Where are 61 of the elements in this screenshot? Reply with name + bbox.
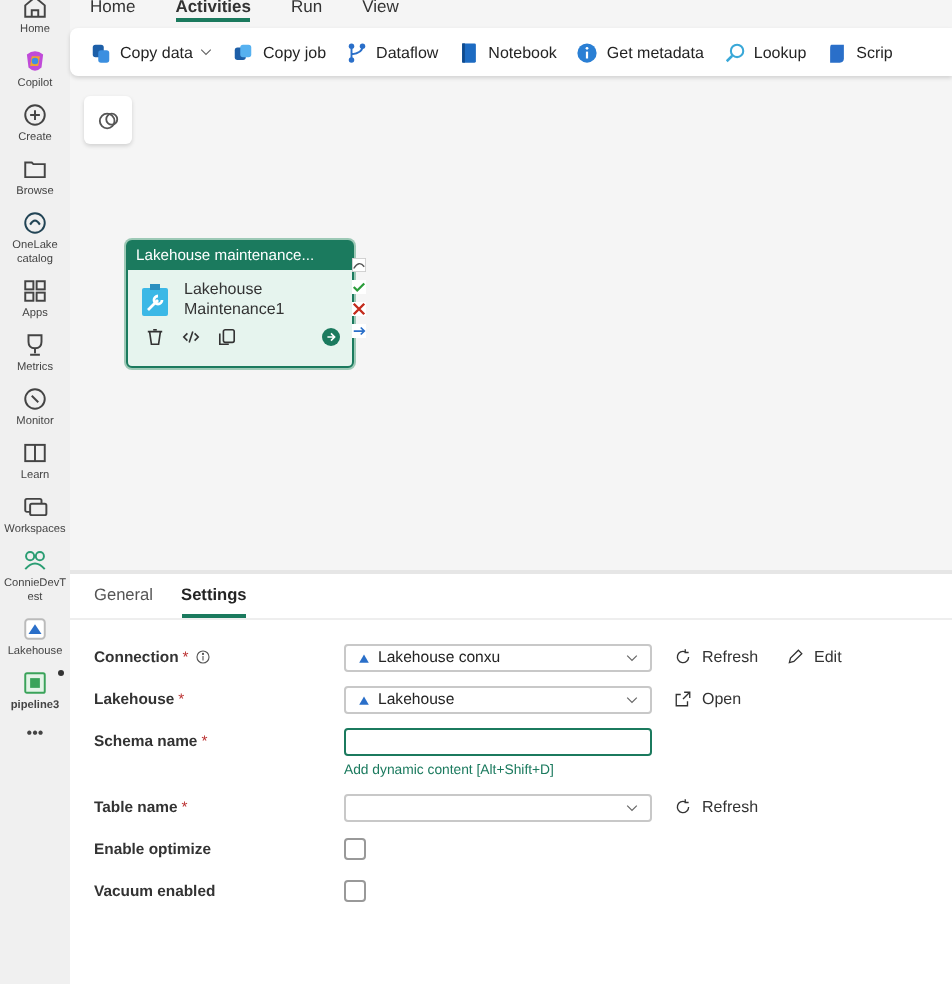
skip-port-icon[interactable] (352, 258, 366, 272)
toolbar-button[interactable]: Get metadata (576, 41, 704, 63)
notebook-icon (458, 41, 481, 63)
refresh-icon (674, 798, 692, 816)
wrench-clipboard-icon (142, 284, 168, 316)
metrics-icon (22, 332, 48, 358)
check-port-icon[interactable] (352, 280, 366, 294)
copy-icon[interactable] (218, 328, 236, 346)
checkbox[interactable] (344, 880, 366, 902)
circles-icon (97, 109, 119, 131)
toolbar-button[interactable]: Scrip (826, 41, 893, 63)
edit-button[interactable]: Edit (786, 648, 842, 666)
browse-icon (22, 156, 48, 182)
monitor-icon (22, 386, 48, 412)
lakehouse-icon (358, 651, 370, 663)
open-button[interactable]: Open (674, 690, 742, 708)
more-button[interactable]: ••• (26, 724, 44, 742)
text-input-field[interactable] (344, 727, 652, 755)
lakehouse-icon (358, 693, 370, 705)
copilot-icon (22, 48, 48, 74)
magnifier-icon (723, 41, 746, 63)
apps-icon (22, 278, 48, 304)
home-icon (22, 0, 48, 20)
create-icon (22, 102, 48, 128)
arrow-port-icon[interactable] (352, 324, 366, 338)
toolbar-button[interactable]: Lookup (723, 41, 807, 63)
ribbon-tab[interactable]: Run (290, 0, 323, 22)
workspaces-icon (22, 494, 48, 520)
activity-name: Lakehouse Maintenance1 (184, 280, 287, 320)
toolbar-button[interactable]: Dataflow (346, 41, 439, 63)
refresh-button[interactable]: Refresh (674, 648, 759, 666)
checkbox[interactable] (344, 838, 366, 860)
database-icon (90, 41, 112, 63)
settings-tab[interactable]: Settings (181, 582, 247, 618)
learn-icon (22, 440, 48, 466)
chevron-down-icon (626, 803, 638, 811)
cross-port-icon[interactable] (352, 302, 366, 316)
delete-icon[interactable] (146, 328, 164, 346)
chevron-down-icon (626, 695, 638, 703)
ribbon-tab[interactable]: Home (90, 0, 136, 22)
branch-icon (346, 41, 369, 63)
pencil-icon (786, 648, 805, 666)
dropdown-field[interactable] (344, 793, 652, 821)
refresh-button[interactable]: Refresh (674, 798, 759, 816)
info-icon (576, 41, 599, 63)
database-icon (232, 41, 255, 63)
open-external-icon (674, 690, 692, 708)
refresh-icon (674, 648, 692, 666)
code-icon[interactable] (182, 328, 200, 346)
toolbar-button[interactable]: Copy job (232, 41, 327, 63)
ribbon-tab[interactable]: View (362, 0, 399, 22)
arrow-circle-icon[interactable] (322, 328, 340, 346)
toolbar-button[interactable]: Copy data (90, 41, 213, 63)
toolbar-button[interactable]: Notebook (458, 41, 557, 63)
chevron-down-icon (626, 653, 638, 661)
canvas-tool-button[interactable] (84, 96, 132, 144)
settings-tab[interactable]: General (94, 582, 154, 618)
ribbon-tab[interactable]: Activities (175, 0, 251, 22)
workspace-icon (22, 548, 48, 574)
pipeline-icon (22, 670, 48, 696)
lakehouse-icon (22, 616, 48, 642)
